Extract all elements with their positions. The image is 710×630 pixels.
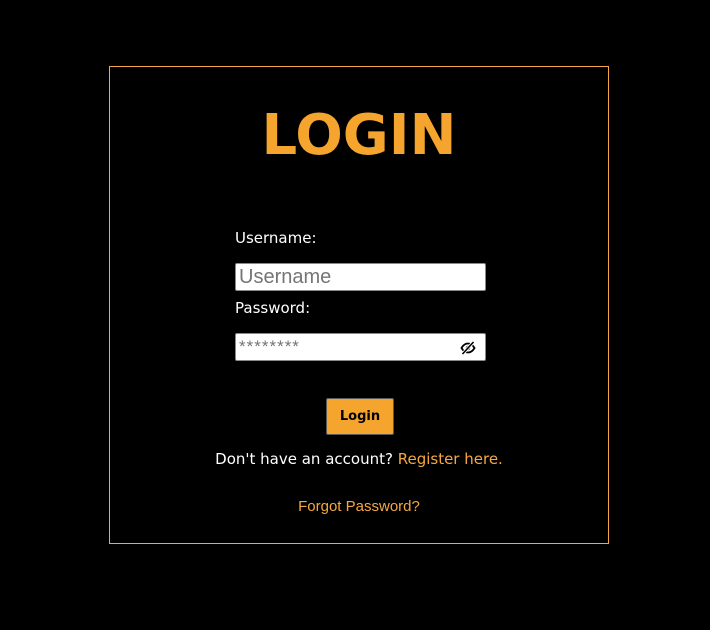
forgot-password-link[interactable]: Forgot Password?: [298, 498, 420, 515]
username-field-wrapper: [235, 263, 486, 291]
login-button[interactable]: Login: [326, 398, 394, 435]
password-field-wrapper: [235, 333, 486, 361]
username-input[interactable]: [236, 264, 485, 290]
eye-slash-icon-graphic: [460, 340, 476, 356]
register-prompt: Don't have an account?: [215, 450, 393, 468]
register-link[interactable]: Register here.: [398, 450, 503, 468]
password-input[interactable]: [236, 334, 485, 360]
username-label: Username:: [235, 229, 317, 247]
eye-slash-icon[interactable]: [460, 340, 476, 356]
login-panel: LOGIN Username: Password: Login Don't ha…: [109, 66, 609, 544]
password-label: Password:: [235, 299, 311, 317]
register-line: Don't have an account? Register here.: [110, 450, 608, 468]
page-title: LOGIN: [261, 103, 457, 168]
forgot-password-line: Forgot Password?: [110, 498, 608, 515]
